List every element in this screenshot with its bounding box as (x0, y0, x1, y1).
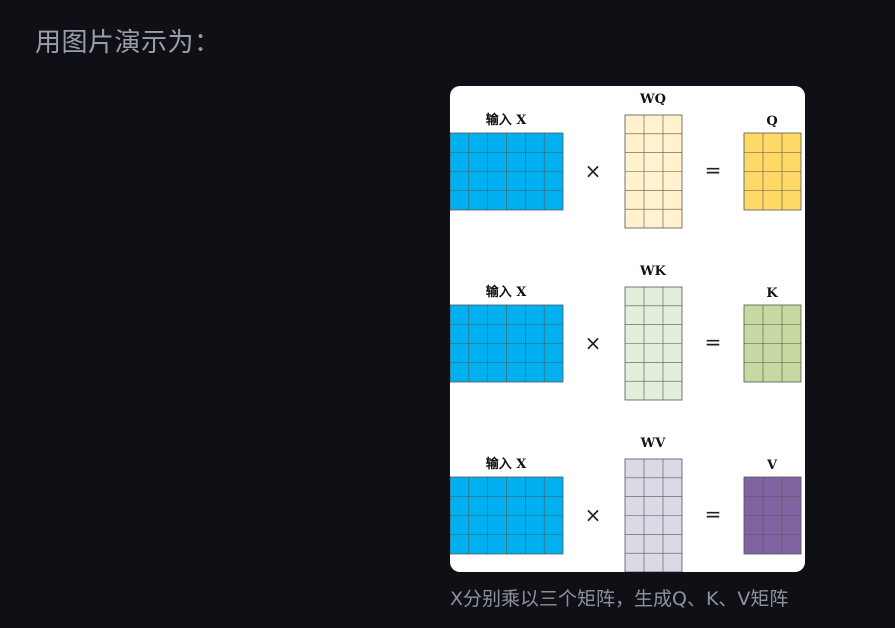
weight-matrix-v (624, 458, 683, 572)
slide-heading: 用图片演示为： (35, 28, 221, 58)
multiply-symbol-k: × (585, 331, 602, 355)
weight-label-k: WK (639, 264, 667, 279)
output-label-q: Q (766, 114, 777, 129)
qkv-figure: WQ 输入 X Q × = WK 输入 X K × = WV 输入 X V × = (450, 86, 805, 572)
weight-label-q: WQ (639, 92, 666, 107)
equals-symbol-v: = (705, 502, 722, 526)
input-matrix-k (450, 304, 564, 383)
qkv-diagram: WQ 输入 X Q × = WK 输入 X K × = WV 输入 X V × = (450, 92, 802, 572)
output-label-v: V (766, 458, 778, 473)
weight-matrix-k (624, 286, 683, 401)
weight-label-v: WV (640, 436, 667, 451)
input-label-q: 输入 X (486, 112, 528, 128)
output-matrix-q (743, 132, 802, 211)
equals-symbol-k: = (705, 330, 722, 354)
input-matrix-q (450, 132, 564, 211)
input-label-k: 输入 X (486, 284, 528, 300)
figure-caption: X分别乘以三个矩阵，生成Q、K、V矩阵 (450, 588, 789, 610)
output-label-k: K (766, 286, 778, 301)
output-matrix-k (743, 304, 802, 383)
multiply-symbol-q: × (585, 159, 602, 183)
input-matrix-v (450, 476, 564, 555)
input-label-v: 输入 X (486, 456, 528, 472)
multiply-symbol-v: × (585, 503, 602, 527)
weight-matrix-q (624, 114, 683, 229)
equals-symbol-q: = (705, 158, 722, 182)
output-matrix-v (743, 476, 802, 555)
